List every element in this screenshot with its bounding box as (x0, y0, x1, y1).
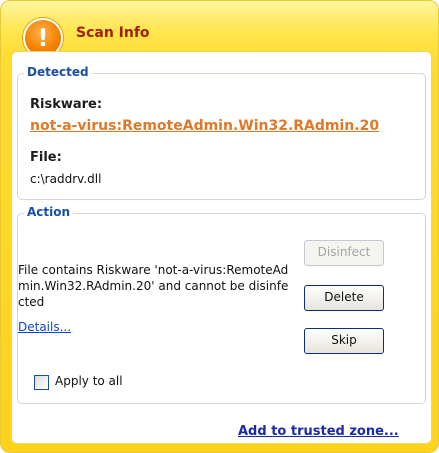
apply-to-all-label[interactable]: Apply to all (55, 374, 123, 388)
details-link[interactable]: Details... (18, 320, 71, 334)
add-to-trusted-zone-link[interactable]: Add to trusted zone... (238, 424, 399, 439)
skip-button[interactable]: Skip (304, 328, 384, 354)
apply-to-all-checkbox[interactable] (34, 375, 49, 390)
riskware-label: Riskware: (30, 97, 103, 112)
delete-button[interactable]: Delete (304, 285, 384, 311)
window-title: Scan Info (76, 25, 150, 41)
detected-legend: Detected (24, 65, 92, 79)
file-path: c:\raddrv.dll (30, 172, 102, 186)
file-label: File: (30, 150, 62, 165)
action-message: File contains Riskware 'not-a-virus:Remo… (18, 263, 289, 309)
action-legend: Action (24, 205, 74, 219)
disinfect-button[interactable]: Disinfect (304, 240, 384, 266)
threat-name-link[interactable]: not-a-virus:RemoteAdmin.Win32.RAdmin.20 (30, 118, 379, 134)
